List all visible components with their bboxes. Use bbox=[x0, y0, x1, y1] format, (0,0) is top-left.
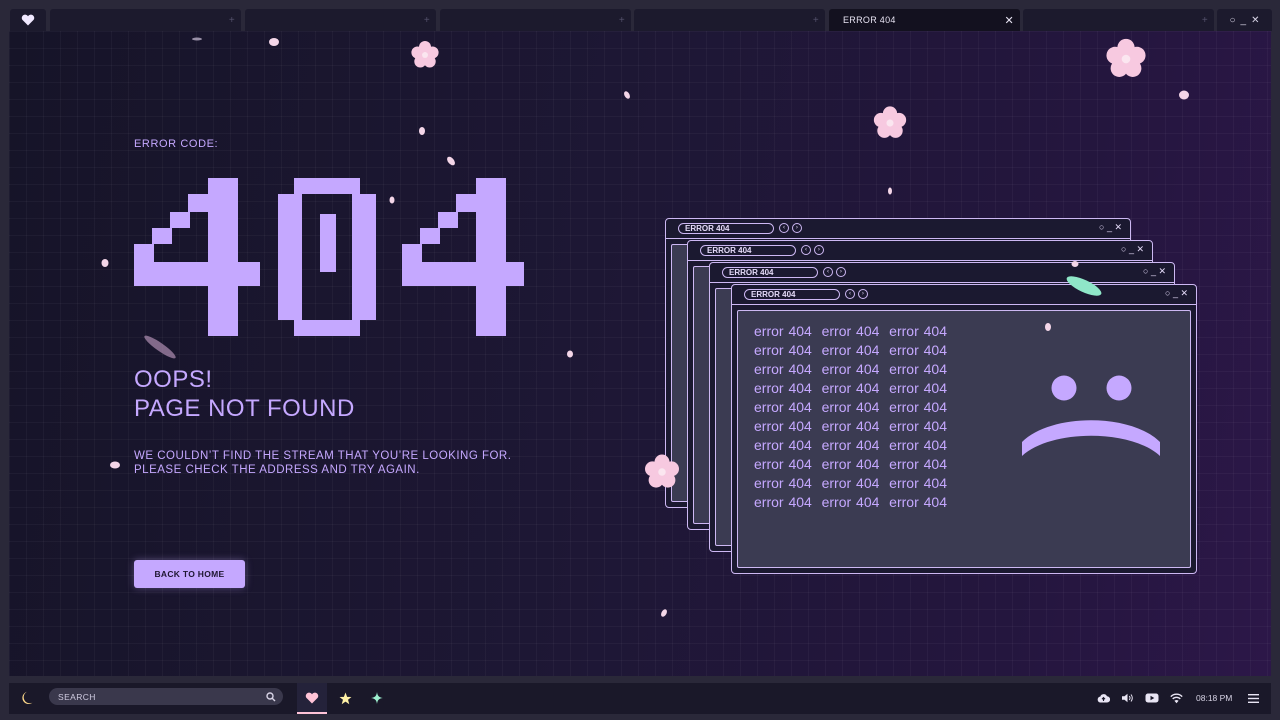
taskbar: 08:18 PM bbox=[0, 680, 1280, 720]
star-icon[interactable] bbox=[339, 692, 352, 705]
menu-icon[interactable] bbox=[1248, 694, 1259, 703]
close-tab-icon[interactable]: ✕ bbox=[1004, 14, 1014, 27]
pinned-heart[interactable] bbox=[297, 683, 327, 714]
heart-icon bbox=[21, 14, 35, 26]
moon-icon[interactable] bbox=[21, 690, 37, 706]
new-tab-icon[interactable]: + bbox=[813, 15, 819, 26]
taskbar-inner: 08:18 PM bbox=[9, 683, 1271, 714]
clock: 08:18 PM bbox=[1196, 693, 1233, 703]
new-tab-icon[interactable]: + bbox=[1202, 15, 1208, 26]
volume-icon[interactable] bbox=[1121, 693, 1134, 703]
home-heart-tab[interactable] bbox=[10, 9, 46, 31]
tab-2[interactable]: + bbox=[245, 9, 436, 31]
cloud-upload-icon[interactable] bbox=[1097, 693, 1110, 703]
new-tab-icon[interactable]: + bbox=[619, 15, 625, 26]
search-icon[interactable] bbox=[266, 692, 276, 702]
heart-icon bbox=[305, 692, 319, 704]
wifi-icon[interactable] bbox=[1170, 693, 1183, 704]
search-input[interactable] bbox=[49, 688, 283, 705]
tab-6[interactable]: + bbox=[1023, 9, 1214, 31]
tab-1[interactable]: + bbox=[50, 9, 241, 31]
window-controls: ○ _ ✕ bbox=[1217, 9, 1272, 31]
error-page: ERROR CODE: OOPS! PAGE NOT FOUND WE COUL… bbox=[9, 31, 1271, 676]
close-icon[interactable]: ✕ bbox=[1251, 15, 1259, 26]
tab-error-404[interactable]: ERROR 404 ✕ bbox=[829, 9, 1020, 31]
tab-4[interactable]: + bbox=[634, 9, 825, 31]
tab-label: ERROR 404 bbox=[843, 15, 896, 25]
sparkle-icon[interactable] bbox=[371, 692, 383, 704]
youtube-icon[interactable] bbox=[1145, 693, 1159, 703]
maximize-icon[interactable]: ○ bbox=[1230, 15, 1236, 26]
falling-petals bbox=[101, 37, 1189, 617]
minimize-icon[interactable]: _ bbox=[1241, 15, 1247, 26]
new-tab-icon[interactable]: + bbox=[424, 15, 430, 26]
tab-3[interactable]: + bbox=[440, 9, 631, 31]
new-tab-icon[interactable]: + bbox=[229, 15, 235, 26]
